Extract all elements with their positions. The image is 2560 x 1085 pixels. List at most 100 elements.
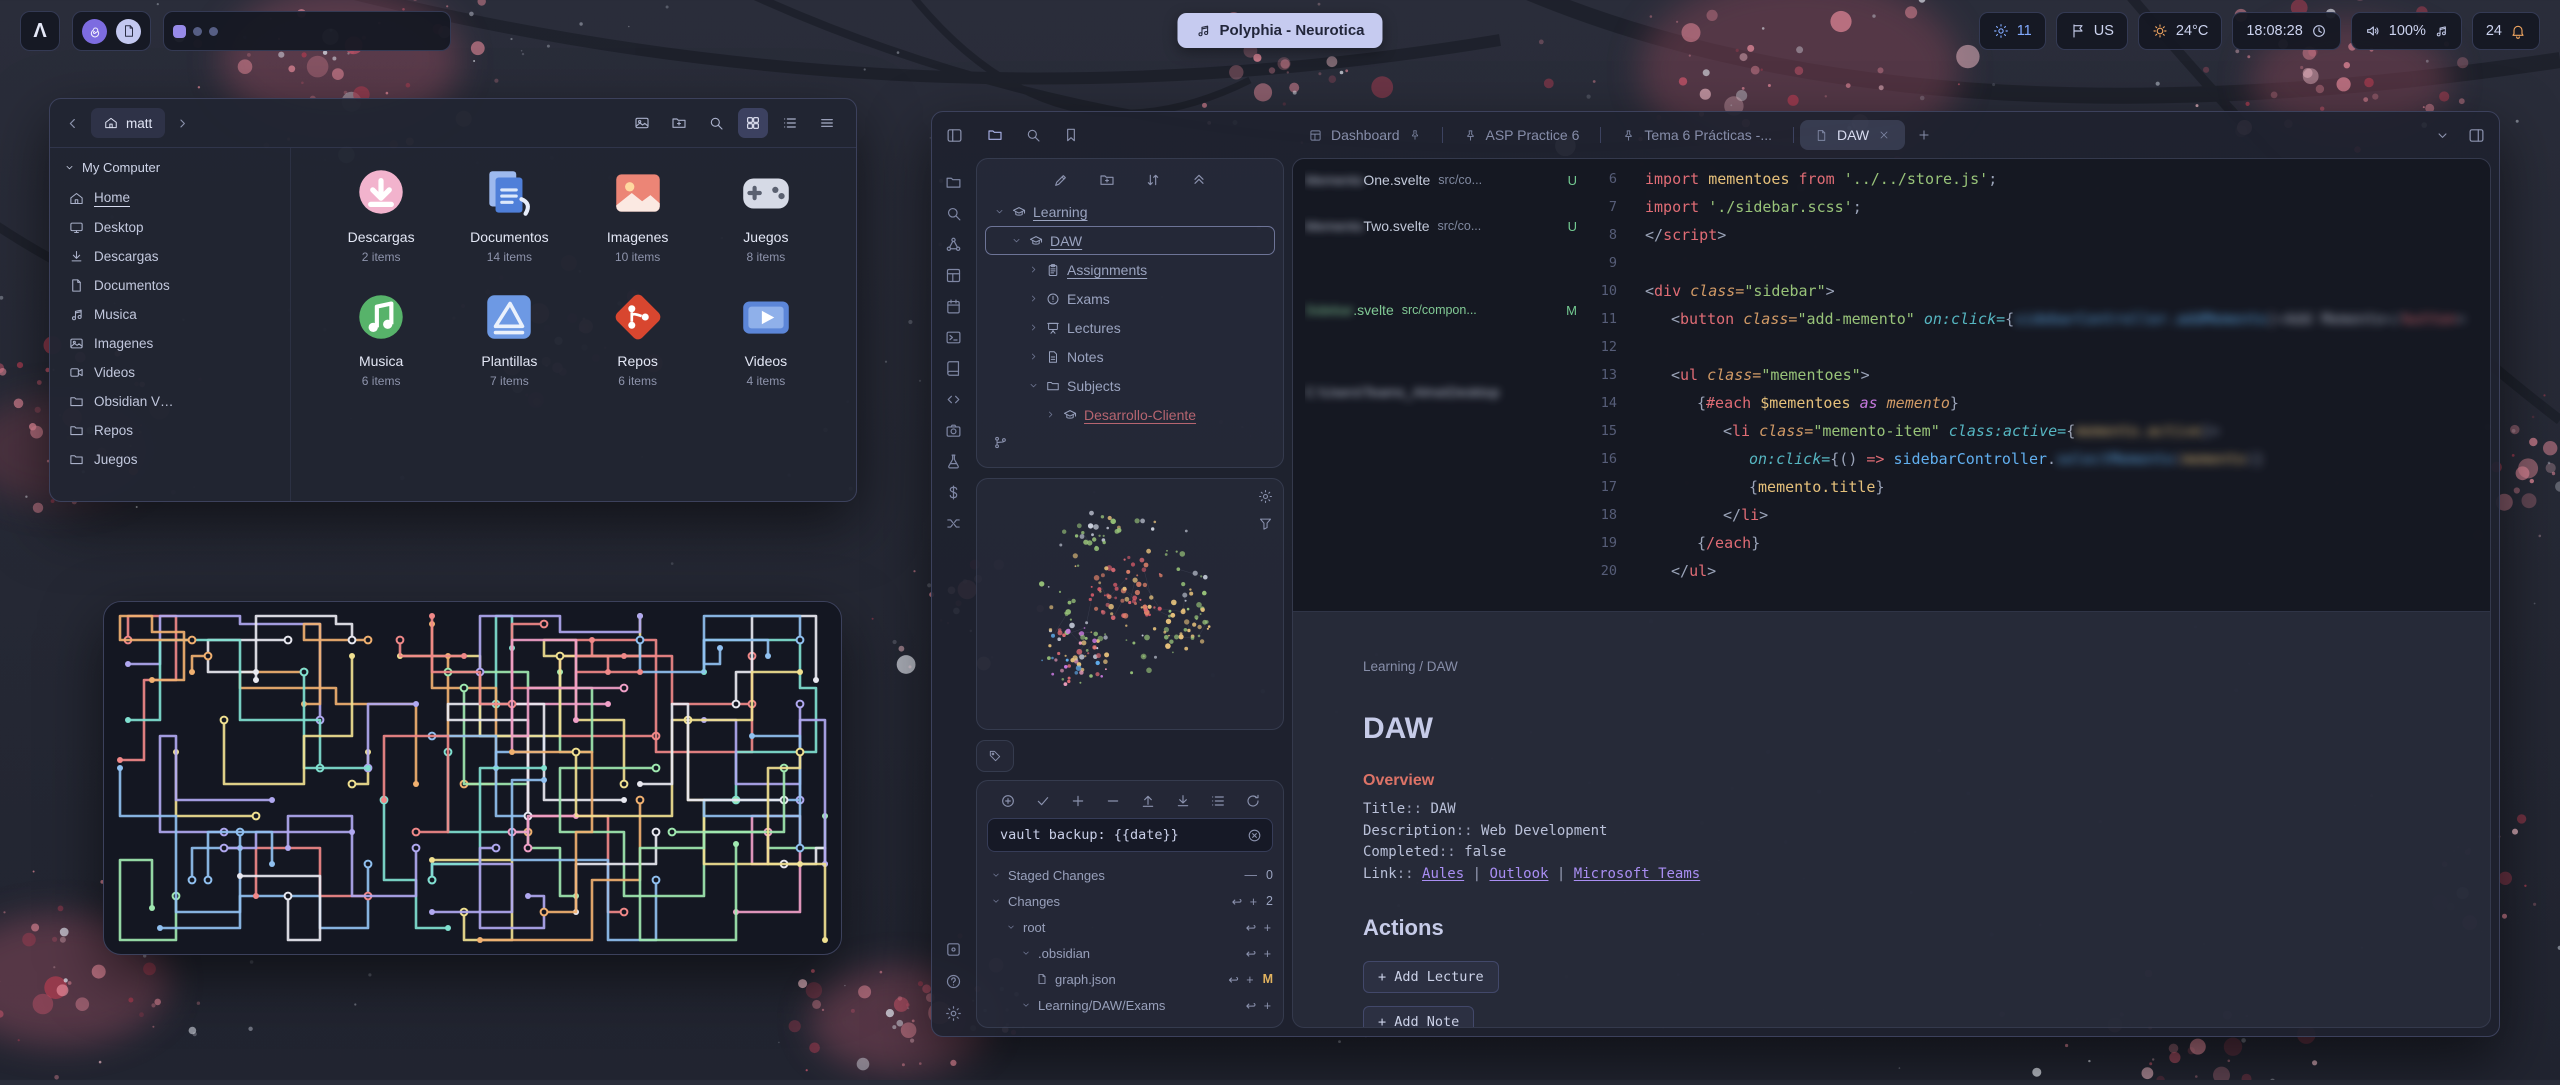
- sidebar-item-Home[interactable]: Home: [62, 184, 278, 213]
- sidebar-tab-folder[interactable]: [987, 127, 1003, 143]
- tab-DAW[interactable]: DAW: [1800, 120, 1905, 150]
- sidebar-tab-bookmark[interactable]: [1063, 127, 1079, 143]
- tree-item-Subjects[interactable]: Subjects: [985, 371, 1275, 400]
- chevron-down-icon[interactable]: [994, 206, 1005, 217]
- link-Microsoft Teams[interactable]: Microsoft Teams: [1574, 866, 1700, 882]
- action-button-+ Add Note[interactable]: + Add Note: [1363, 1006, 1474, 1028]
- module-updates[interactable]: 11: [1979, 12, 2046, 50]
- tree-item-Learning[interactable]: Learning: [985, 197, 1275, 226]
- workspace-3[interactable]: [209, 27, 218, 36]
- app-shortcut-1[interactable]: [82, 19, 107, 44]
- git-row-actions[interactable]: ↩ +: [1228, 972, 1255, 987]
- sidebar-item-Musica[interactable]: Musica: [62, 300, 278, 329]
- back-button[interactable]: [64, 115, 81, 132]
- editor-file-row[interactable]: MementoTwo.sveltesrc/co...U: [1305, 211, 1577, 241]
- git-tool-circle-plus-button[interactable]: [1000, 793, 1016, 809]
- editor-file-row[interactable]: C:\Users\Teams_Alma\Desktop: [1305, 377, 1577, 407]
- ribbon-box-button[interactable]: [945, 941, 962, 958]
- sidebar-item-Obsidian V…[interactable]: Obsidian V…: [62, 387, 278, 416]
- git-branch-icon[interactable]: [993, 435, 1008, 450]
- sidebar-header[interactable]: My Computer: [64, 160, 278, 175]
- fm-tool-grid[interactable]: [738, 108, 768, 138]
- chevron-down-icon[interactable]: [1021, 1000, 1031, 1010]
- ribbon-folder-button[interactable]: [945, 174, 962, 191]
- git-row-graph.json[interactable]: graph.json↩ +M: [987, 966, 1273, 992]
- sidebar-item-Repos[interactable]: Repos: [62, 416, 278, 445]
- folder-Documentos[interactable]: Documentos14 items: [445, 162, 573, 264]
- ribbon-camera-button[interactable]: [945, 422, 962, 439]
- sidebar-item-Videos[interactable]: Videos: [62, 358, 278, 387]
- workspaces-pill[interactable]: [163, 11, 451, 51]
- git-tool-plus-button[interactable]: [1070, 793, 1086, 809]
- workspace-2[interactable]: [193, 27, 202, 36]
- module-weather[interactable]: 24°C: [2138, 12, 2222, 50]
- sidebar-tab-search[interactable]: [1025, 127, 1041, 143]
- note-breadcrumb[interactable]: Learning / DAW: [1363, 659, 2420, 674]
- git-row-actions[interactable]: ↩ +: [1246, 946, 1273, 961]
- sidebar-item-Documentos[interactable]: Documentos: [62, 271, 278, 300]
- toggle-left-sidebar-button[interactable]: [946, 127, 963, 144]
- fm-tool-menu[interactable]: [812, 108, 842, 138]
- tab-Dashboard[interactable]: Dashboard: [1294, 120, 1436, 150]
- folder-Imagenes[interactable]: Imagenes10 items: [574, 162, 702, 264]
- git-tool-refresh-button[interactable]: [1245, 793, 1261, 809]
- git-tool-check-button[interactable]: [1035, 793, 1051, 809]
- tree-item-Lectures[interactable]: Lectures: [985, 313, 1275, 342]
- explorer-tool-pencil-button[interactable]: [1053, 172, 1069, 188]
- tree-item-DAW[interactable]: DAW: [985, 226, 1275, 255]
- chevron-down-icon[interactable]: [1028, 380, 1039, 391]
- git-row-Changes[interactable]: Changes↩ +2: [987, 888, 1273, 914]
- ribbon-dollar-button[interactable]: [945, 484, 962, 501]
- module-clock[interactable]: 18:08:28: [2232, 12, 2340, 50]
- ribbon-terminal-button[interactable]: [945, 329, 962, 346]
- explorer-tool-sort-button[interactable]: [1145, 172, 1161, 188]
- git-row-actions[interactable]: ↩ +: [1246, 920, 1273, 935]
- git-row-actions[interactable]: ↩ +: [1232, 894, 1259, 909]
- chevron-right-icon[interactable]: [1028, 351, 1039, 362]
- chevron-right-icon[interactable]: [1045, 409, 1056, 420]
- graph-view[interactable]: [977, 479, 1283, 727]
- explorer-tool-collapse-button[interactable]: [1191, 172, 1207, 188]
- chevron-down-icon[interactable]: [991, 896, 1001, 906]
- breadcrumb[interactable]: matt: [91, 108, 165, 138]
- graph-filter-button[interactable]: [1258, 516, 1273, 531]
- tab-Tema 6 Prácticas -...[interactable]: Tema 6 Prácticas -...: [1607, 120, 1787, 150]
- tab-list-dropdown[interactable]: [2435, 128, 2450, 143]
- graph-settings-button[interactable]: [1258, 489, 1273, 504]
- close-icon[interactable]: [1878, 129, 1890, 141]
- folder-Juegos[interactable]: Juegos8 items: [702, 162, 830, 264]
- git-row-actions[interactable]: —: [1245, 868, 1260, 882]
- ribbon-calendar-button[interactable]: [945, 298, 962, 315]
- explorer-tool-folder-plus-button[interactable]: [1099, 172, 1115, 188]
- fm-tool-image[interactable]: [627, 108, 657, 138]
- ribbon-layout-button[interactable]: [945, 267, 962, 284]
- commit-message-input[interactable]: [998, 826, 1239, 844]
- tree-item-Assignments[interactable]: Assignments: [985, 255, 1275, 284]
- launcher-button[interactable]: Λ: [20, 11, 60, 51]
- toggle-right-sidebar-button[interactable]: [2468, 127, 2485, 144]
- ribbon-gear-button[interactable]: [945, 1005, 962, 1022]
- sidebar-item-Desktop[interactable]: Desktop: [62, 213, 278, 242]
- ribbon-help-button[interactable]: [945, 973, 962, 990]
- folder-Plantillas[interactable]: Plantillas7 items: [445, 286, 573, 388]
- tree-item-Exams[interactable]: Exams: [985, 284, 1275, 313]
- ribbon-network-button[interactable]: [945, 236, 962, 253]
- chevron-right-icon[interactable]: [1028, 293, 1039, 304]
- sidebar-item-Imagenes[interactable]: Imagenes: [62, 329, 278, 358]
- new-tab-button[interactable]: [1917, 128, 1931, 142]
- tab-ASP Practice 6[interactable]: ASP Practice 6: [1449, 120, 1595, 150]
- code-editor[interactable]: 6import mementoes from '../../store.js';…: [1581, 165, 2490, 611]
- media-player-widget[interactable]: Polyphia - Neurotica: [1177, 13, 1382, 48]
- git-row-actions[interactable]: ↩ +: [1246, 998, 1273, 1013]
- chevron-down-icon[interactable]: [991, 870, 1001, 880]
- ribbon-code-button[interactable]: [945, 391, 962, 408]
- clear-input-button[interactable]: [1247, 828, 1262, 843]
- git-tool-minus-button[interactable]: [1105, 793, 1121, 809]
- folder-Descargas[interactable]: Descargas2 items: [317, 162, 445, 264]
- link-Aules[interactable]: Aules: [1422, 866, 1464, 882]
- sidebar-item-Juegos[interactable]: Juegos: [62, 445, 278, 474]
- fm-tool-list[interactable]: [775, 108, 805, 138]
- link-Outlook[interactable]: Outlook: [1489, 866, 1548, 882]
- ribbon-book-button[interactable]: [945, 360, 962, 377]
- git-row-Learning/DAW/Exams[interactable]: Learning/DAW/Exams↩ +: [987, 992, 1273, 1018]
